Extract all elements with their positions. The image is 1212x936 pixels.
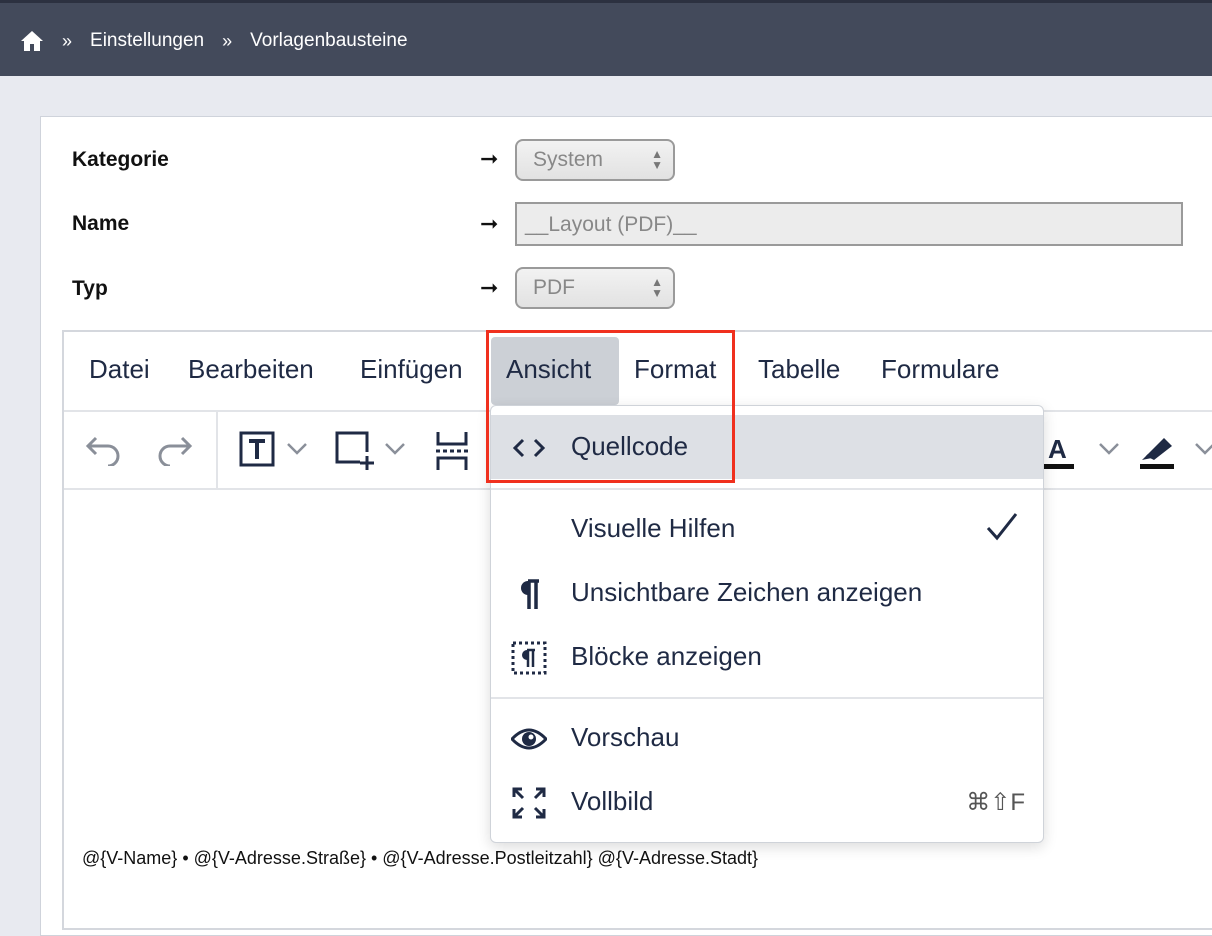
menu-divider bbox=[491, 488, 1043, 490]
menu-ansicht[interactable]: Ansicht bbox=[491, 337, 619, 405]
arrow-icon: ➞ bbox=[480, 146, 499, 171]
breadcrumb-item-einstellungen[interactable]: Einstellungen bbox=[90, 30, 204, 52]
select-updown-icon: ▲ ▼ bbox=[651, 147, 663, 172]
arrow-icon: ➞ bbox=[480, 211, 499, 236]
menu-item-visuelle-hilfen[interactable]: Visuelle Hilfen bbox=[491, 497, 1043, 561]
menu-item-unsichtbare-zeichen[interactable]: Unsichtbare Zeichen anzeigen bbox=[491, 561, 1043, 625]
menu-einfuegen[interactable]: Einfügen bbox=[360, 354, 463, 385]
highlight-color-icon[interactable] bbox=[1138, 430, 1178, 470]
breadcrumb-item-vorlagenbausteine[interactable]: Vorlagenbausteine bbox=[250, 30, 407, 52]
insert-element-icon[interactable] bbox=[334, 430, 376, 472]
menu-item-quellcode[interactable]: Quellcode bbox=[491, 415, 1043, 479]
chevron-down-icon[interactable] bbox=[384, 442, 406, 456]
toolbar-separator bbox=[216, 412, 218, 488]
menu-bearbeiten[interactable]: Bearbeiten bbox=[188, 354, 314, 385]
kategorie-select[interactable]: System ▲ ▼ bbox=[515, 139, 675, 181]
menu-formulare[interactable]: Formulare bbox=[881, 354, 999, 385]
code-icon bbox=[512, 438, 546, 458]
text-color-icon[interactable]: A bbox=[1042, 430, 1078, 470]
chevron-down-icon[interactable] bbox=[286, 442, 308, 456]
arrow-icon: ➞ bbox=[480, 275, 499, 300]
breadcrumb-separator: » bbox=[62, 30, 73, 51]
menu-item-bloecke-anzeigen[interactable]: Blöcke anzeigen bbox=[491, 625, 1043, 689]
top-navigation-bar: » Einstellungen » Vorlagenbausteine bbox=[0, 0, 1212, 76]
ansicht-dropdown-menu: Quellcode Visuelle Hilfen Unsichtbare Ze… bbox=[490, 405, 1044, 843]
menu-item-label: Vorschau bbox=[571, 722, 680, 752]
chevron-down-icon[interactable] bbox=[1098, 442, 1120, 456]
name-label: Name bbox=[72, 212, 130, 235]
breadcrumb-separator: » bbox=[222, 30, 233, 51]
show-blocks-icon bbox=[511, 641, 547, 675]
pilcrow-icon bbox=[521, 579, 539, 609]
menu-tabelle[interactable]: Tabelle bbox=[758, 354, 840, 385]
menu-item-label: Quellcode bbox=[571, 431, 689, 461]
undo-icon[interactable] bbox=[84, 430, 124, 466]
page-break-icon[interactable] bbox=[434, 430, 470, 472]
svg-text:A: A bbox=[1048, 434, 1067, 464]
text-block-icon[interactable] bbox=[238, 430, 278, 470]
eye-icon bbox=[511, 728, 547, 750]
typ-label: Typ bbox=[72, 277, 108, 300]
menu-item-label: Vollbild bbox=[571, 786, 654, 816]
fullscreen-icon bbox=[512, 787, 546, 819]
redo-icon[interactable] bbox=[154, 430, 194, 466]
chevron-down-icon[interactable] bbox=[1194, 442, 1212, 456]
editor-menubar: Datei Bearbeiten Einfügen Ansicht Format… bbox=[64, 332, 1212, 412]
editor-content-line[interactable]: @{V-Name} • @{V-Adresse.Straße} • @{V-Ad… bbox=[82, 848, 758, 869]
home-icon[interactable] bbox=[20, 30, 44, 52]
menu-item-vorschau[interactable]: Vorschau bbox=[491, 706, 1043, 770]
menu-format[interactable]: Format bbox=[634, 354, 716, 385]
select-updown-icon: ▲ ▼ bbox=[651, 275, 663, 300]
checkmark-icon bbox=[986, 513, 1018, 541]
menu-item-vollbild[interactable]: Vollbild ⌘⇧F bbox=[491, 770, 1043, 834]
breadcrumb: » Einstellungen » Vorlagenbausteine bbox=[20, 30, 408, 52]
menu-item-label: Visuelle Hilfen bbox=[571, 513, 736, 543]
typ-select[interactable]: PDF ▲ ▼ bbox=[515, 267, 675, 309]
menu-ansicht-label: Ansicht bbox=[506, 354, 592, 384]
menu-datei[interactable]: Datei bbox=[89, 354, 150, 385]
typ-select-value: PDF bbox=[533, 276, 575, 299]
menu-item-label: Unsichtbare Zeichen anzeigen bbox=[571, 577, 923, 607]
shortcut-label: ⌘⇧F bbox=[966, 789, 1025, 816]
name-input[interactable]: __Layout (PDF)__ bbox=[515, 202, 1183, 246]
menu-divider bbox=[491, 697, 1043, 699]
kategorie-select-value: System bbox=[533, 148, 604, 171]
kategorie-label: Kategorie bbox=[72, 148, 169, 171]
menu-item-label: Blöcke anzeigen bbox=[571, 641, 762, 671]
